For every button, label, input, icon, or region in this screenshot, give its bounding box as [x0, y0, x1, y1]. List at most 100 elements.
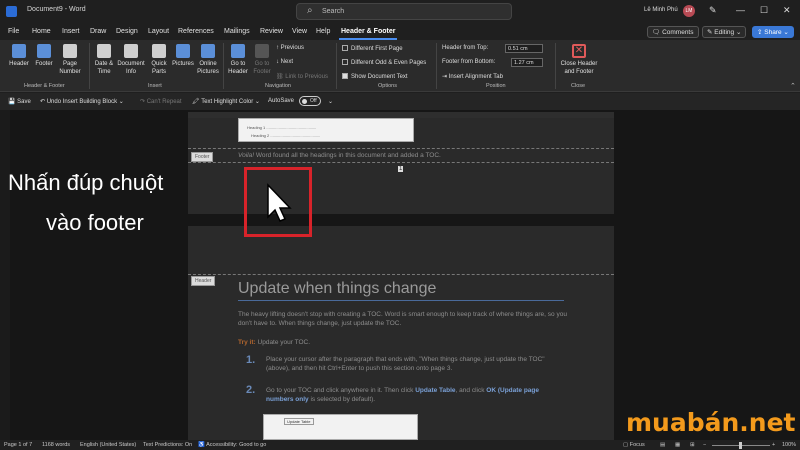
text-highlight-button[interactable]: 🖍 Text Highlight Color ⌄	[192, 98, 260, 105]
online-pictures-button[interactable]: Online Pictures	[195, 44, 221, 76]
autosave-toggle[interactable]: Off	[299, 96, 321, 106]
tab-file[interactable]: File	[8, 28, 19, 35]
zoom-slider-thumb[interactable]	[739, 442, 742, 449]
header-boundary	[188, 274, 614, 275]
page-count[interactable]: Page 1 of 7	[4, 442, 32, 448]
tab-draw[interactable]: Draw	[90, 28, 106, 35]
text-highlight-label: Text Highlight Color	[201, 99, 254, 105]
toggle-knob	[302, 99, 307, 104]
calendar-icon	[97, 44, 111, 58]
step-2-part: , and click	[455, 387, 485, 394]
read-mode-icon[interactable]: ▤	[660, 442, 665, 448]
tab-insert[interactable]: Insert	[62, 28, 80, 35]
footer-tag: Footer	[191, 152, 214, 162]
page-number-icon	[63, 44, 77, 58]
tab-help[interactable]: Help	[316, 28, 330, 35]
close-window-icon[interactable]: ✕	[783, 5, 791, 16]
tab-design[interactable]: Design	[116, 28, 138, 35]
print-layout-icon[interactable]: ▦	[675, 442, 680, 448]
minimize-icon[interactable]: —	[736, 5, 745, 15]
online-pictures-label: Online Pictures	[197, 61, 219, 75]
insert-alignment-tab-button[interactable]: ⇥ Insert Alignment Tab	[442, 73, 503, 80]
word-count[interactable]: 1168 words	[42, 442, 70, 448]
go-to-footer-label: Go to Footer	[253, 61, 271, 75]
focus-button[interactable]: ▢ Focus	[623, 442, 645, 448]
tab-references[interactable]: References	[178, 28, 214, 35]
pen-icon[interactable]: ✎	[709, 5, 717, 16]
focus-label: Focus	[629, 442, 645, 448]
zoom-level[interactable]: 100%	[782, 442, 796, 448]
step-2-part: is selected by default).	[310, 396, 376, 403]
go-to-header-button[interactable]: Go to Header	[226, 44, 250, 76]
zoom-out-icon[interactable]: −	[703, 442, 706, 448]
close-header-footer-icon: ✕	[572, 44, 586, 58]
header-button[interactable]: Header	[6, 44, 32, 68]
footer-separator	[188, 162, 614, 163]
tab-home[interactable]: Home	[32, 28, 51, 35]
tab-mailings[interactable]: Mailings	[224, 28, 250, 35]
share-button[interactable]: ⇪ Share ⌄	[752, 26, 794, 38]
save-button[interactable]: 💾 Save	[8, 98, 31, 105]
try-it-line: Try it: Update your TOC.	[238, 338, 310, 347]
document-info-button[interactable]: Document Info	[116, 44, 146, 76]
footer-icon	[37, 44, 51, 58]
header-from-top-input[interactable]: 0.51 cm	[505, 44, 543, 53]
text-predictions-status[interactable]: Text Predictions: On	[143, 442, 192, 448]
status-bar: Page 1 of 7 1168 words English (United S…	[0, 440, 800, 450]
collapse-ribbon-icon[interactable]: ⌃	[790, 82, 796, 90]
ribbon-divider	[555, 43, 556, 89]
different-first-page-checkbox[interactable]: Different First Page	[342, 45, 403, 52]
tab-header-footer[interactable]: Header & Footer	[341, 28, 395, 35]
accessibility-status[interactable]: ♿ Accessibility: Good to go	[198, 442, 266, 448]
pictures-button[interactable]: Pictures	[171, 44, 195, 68]
different-odd-even-label: Different Odd & Even Pages	[351, 60, 427, 66]
search-placeholder: Search	[322, 8, 345, 15]
web-layout-icon[interactable]: ⊞	[690, 442, 695, 448]
tab-review[interactable]: Review	[260, 28, 283, 35]
link-to-previous-button[interactable]: ⛓ Link to Previous	[276, 73, 328, 80]
checkbox-checked-icon	[342, 73, 348, 79]
header-icon	[12, 44, 26, 58]
repeat-button[interactable]: ↷ Can't Repeat	[140, 98, 182, 105]
toc-line: Heading 1 ..............................…	[247, 125, 317, 130]
zoom-in-icon[interactable]: +	[772, 442, 775, 448]
voila-paragraph[interactable]: Voila! Word found all the headings in th…	[238, 151, 598, 160]
body-paragraph: The heavy lifting doesn't stop with crea…	[238, 311, 567, 327]
comments-button[interactable]: 🗨 Comments	[647, 26, 699, 38]
avatar[interactable]: LM	[683, 5, 695, 17]
next-button[interactable]: ↓ Next	[276, 59, 293, 65]
language-status[interactable]: English (United States)	[80, 442, 136, 448]
show-document-text-checkbox[interactable]: Show Document Text	[342, 73, 408, 80]
previous-button[interactable]: ↑ Previous	[276, 45, 304, 51]
vertical-ruler	[0, 110, 10, 440]
group-label-position: Position	[486, 83, 506, 89]
page-2[interactable]: Header Update when things change The hea…	[188, 226, 614, 440]
tab-layout[interactable]: Layout	[148, 28, 169, 35]
customize-qat-icon[interactable]: ⌄	[328, 98, 333, 105]
search-box[interactable]: ⌕ Search	[296, 3, 512, 20]
different-odd-even-checkbox[interactable]: Different Odd & Even Pages	[342, 59, 426, 66]
maximize-icon[interactable]: ☐	[760, 5, 768, 16]
go-to-footer-button[interactable]: Go to Footer	[250, 44, 274, 76]
close-header-footer-button[interactable]: ✕ Close Header and Footer	[558, 44, 600, 76]
header-label: Header	[9, 61, 29, 67]
group-label-close: Close	[571, 83, 586, 89]
tab-view[interactable]: View	[292, 28, 307, 35]
footer-from-bottom-input[interactable]: 1.27 cm	[511, 58, 543, 67]
section-heading: Update when things change	[238, 280, 437, 297]
ribbon-divider	[436, 43, 437, 89]
go-to-header-label: Go to Header	[228, 61, 248, 75]
instruction-line-2: vào footer	[46, 210, 144, 235]
title-bar: Document9 - Word ⌕ Search Lê Minh Phú LM…	[0, 0, 800, 24]
undo-button[interactable]: ↶ Undo Insert Building Block ⌄	[40, 98, 124, 105]
page-number-button[interactable]: Page Number	[54, 44, 86, 76]
pictures-icon	[176, 44, 190, 58]
editing-button[interactable]: ✎ Editing ⌄	[702, 26, 747, 38]
quick-parts-button[interactable]: Quick Parts	[146, 44, 172, 76]
date-time-button[interactable]: Date & Time	[92, 44, 116, 76]
user-name[interactable]: Lê Minh Phú	[644, 7, 678, 13]
footer-boundary	[188, 148, 614, 149]
autosave-state: Off	[310, 98, 317, 104]
mouse-pointer-icon	[267, 183, 292, 222]
ribbon-divider	[336, 43, 337, 89]
